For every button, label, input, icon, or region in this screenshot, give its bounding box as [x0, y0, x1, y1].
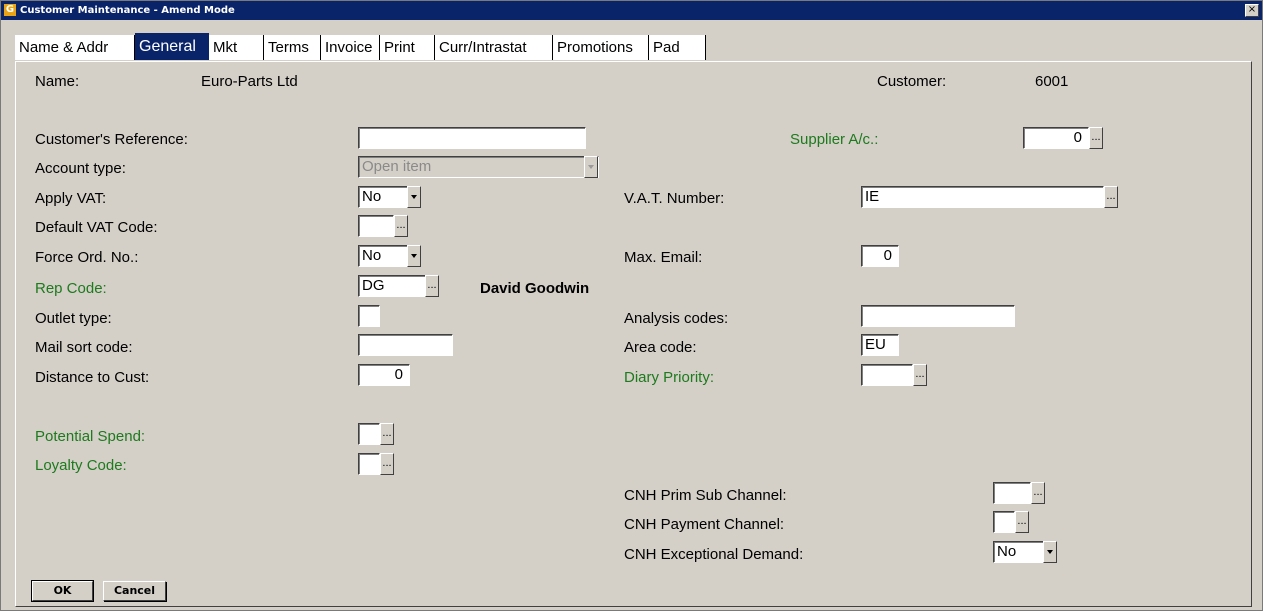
force-ord-no-label: Force Ord. No.:	[35, 249, 139, 266]
potential-spend-label[interactable]: Potential Spend:	[35, 428, 145, 446]
max-email-label: Max. Email:	[624, 249, 703, 266]
tab-promotions[interactable]: Promotions	[553, 35, 649, 60]
customer-maintenance-window: G Customer Maintenance - Amend Mode × Na…	[0, 0, 1263, 611]
rep-code-label[interactable]: Rep Code:	[35, 280, 107, 298]
loyalty-code-lookup-button[interactable]: ...	[380, 453, 394, 475]
account-type-label: Account type:	[35, 160, 126, 177]
apply-vat-label: Apply VAT:	[35, 190, 107, 207]
account-type-select: Open item	[358, 156, 599, 178]
tab-curr-intrastat[interactable]: Curr/Intrastat	[435, 35, 553, 60]
cnh-exceptional-demand-dropdown-icon[interactable]	[1043, 541, 1057, 563]
rep-code-input[interactable]: DG	[358, 275, 426, 297]
potential-spend-input[interactable]	[358, 423, 380, 445]
rep-code-lookup-button[interactable]: ...	[425, 275, 439, 297]
tab-pad[interactable]: Pad	[649, 35, 706, 60]
cnh-prim-sub-channel-lookup-button[interactable]: ...	[1031, 482, 1045, 504]
max-email-input[interactable]: 0	[861, 245, 899, 267]
tab-print[interactable]: Print	[380, 35, 435, 60]
apply-vat-dropdown-icon[interactable]	[407, 186, 421, 208]
cnh-exceptional-demand-label: CNH Exceptional Demand:	[624, 546, 804, 563]
mail-sort-code-input[interactable]	[358, 334, 453, 356]
distance-to-cust-label: Distance to Cust:	[35, 369, 150, 386]
area-code-input[interactable]: EU	[861, 334, 899, 356]
tab-terms[interactable]: Terms	[264, 35, 321, 60]
customer-name-value: Euro-Parts Ltd	[201, 73, 298, 90]
diary-priority-input[interactable]	[861, 364, 913, 386]
vat-number-input[interactable]: IE	[861, 186, 1104, 208]
supplier-ac-input[interactable]: 0	[1023, 127, 1089, 149]
vat-number-label: V.A.T. Number:	[624, 190, 725, 207]
account-type-dropdown-icon	[584, 156, 598, 178]
tab-name-addr[interactable]: Name & Addr	[15, 35, 135, 60]
default-vat-code-input[interactable]	[358, 215, 394, 237]
name-label: Name:	[35, 73, 80, 90]
ok-button[interactable]: OK	[31, 580, 94, 602]
area-code-label: Area code:	[624, 339, 697, 356]
loyalty-code-label[interactable]: Loyalty Code:	[35, 457, 127, 475]
diary-priority-label[interactable]: Diary Priority:	[624, 369, 714, 387]
tab-invoice[interactable]: Invoice	[321, 35, 380, 60]
app-icon: G	[4, 4, 16, 16]
title-bar: G Customer Maintenance - Amend Mode ×	[1, 1, 1262, 20]
analysis-codes-label: Analysis codes:	[624, 310, 729, 327]
supplier-ac-lookup-button[interactable]: ...	[1089, 127, 1103, 149]
cnh-payment-channel-label: CNH Payment Channel:	[624, 516, 785, 533]
customer-number-value: 6001	[1035, 73, 1069, 90]
cnh-payment-channel-input[interactable]	[993, 511, 1015, 533]
tab-general[interactable]: General	[135, 33, 209, 60]
cnh-prim-sub-channel-input[interactable]	[993, 482, 1031, 504]
outlet-type-label: Outlet type:	[35, 310, 112, 327]
force-ord-no-dropdown-icon[interactable]	[407, 245, 421, 267]
outlet-type-input[interactable]	[358, 305, 380, 327]
distance-to-cust-input[interactable]: 0	[358, 364, 410, 386]
potential-spend-lookup-button[interactable]: ...	[380, 423, 394, 445]
window-title: Customer Maintenance - Amend Mode	[20, 5, 235, 16]
customers-reference-input[interactable]	[358, 127, 586, 149]
diary-priority-lookup-button[interactable]: ...	[913, 364, 927, 386]
cnh-prim-sub-channel-label: CNH Prim Sub Channel:	[624, 487, 787, 504]
tab-mkt[interactable]: Mkt	[209, 35, 264, 60]
default-vat-code-label: Default VAT Code:	[35, 219, 158, 236]
cnh-payment-channel-lookup-button[interactable]: ...	[1015, 511, 1029, 533]
vat-number-lookup-button[interactable]: ...	[1104, 186, 1118, 208]
supplier-ac-label[interactable]: Supplier A/c.:	[790, 131, 878, 149]
rep-name-value: David Goodwin	[480, 280, 590, 297]
default-vat-code-lookup-button[interactable]: ...	[394, 215, 408, 237]
customer-label: Customer:	[877, 73, 947, 90]
analysis-codes-input[interactable]	[861, 305, 1015, 327]
mail-sort-code-label: Mail sort code:	[35, 339, 133, 356]
close-icon[interactable]: ×	[1245, 4, 1259, 17]
customers-reference-label: Customer's Reference:	[35, 131, 188, 148]
cancel-button[interactable]: Cancel	[103, 581, 166, 601]
loyalty-code-input[interactable]	[358, 453, 380, 475]
